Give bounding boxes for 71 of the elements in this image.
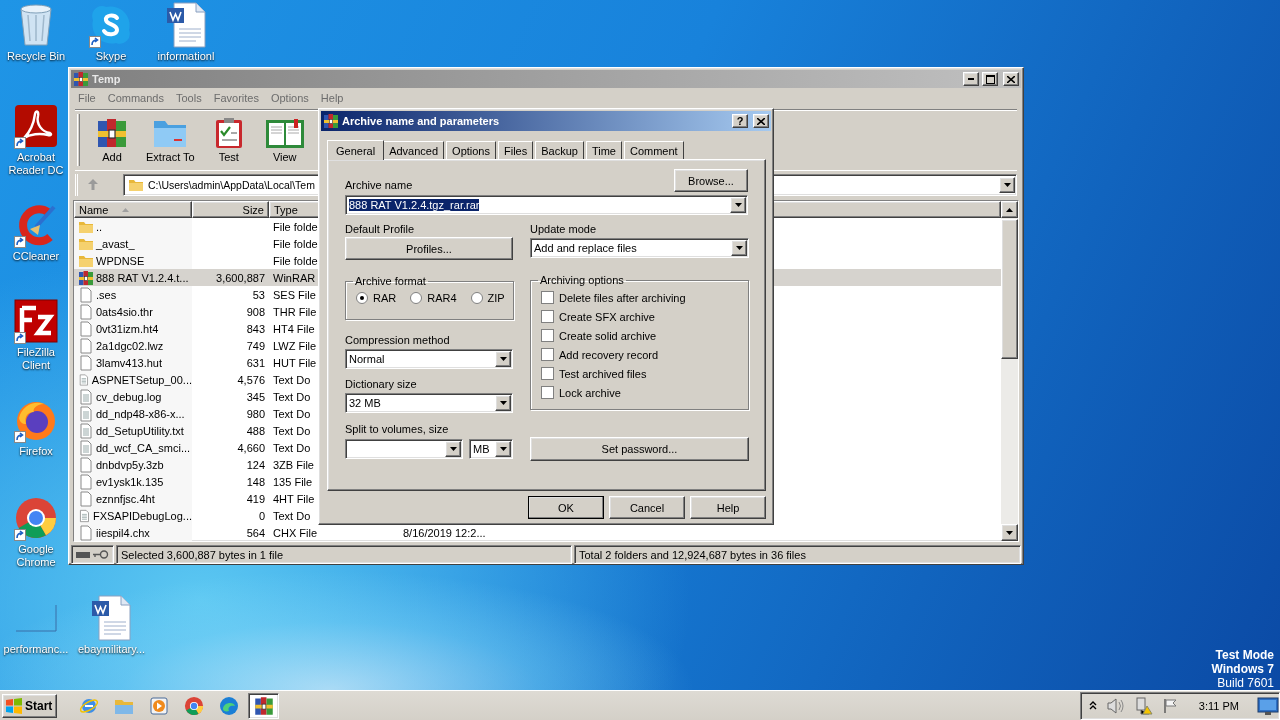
file-name: ASPNETSetup_00... bbox=[91, 373, 192, 386]
field-label: Default Profile bbox=[345, 223, 416, 235]
file-size: 124 bbox=[245, 457, 266, 473]
file-size: 488 bbox=[245, 423, 266, 439]
file-type: File folde bbox=[272, 219, 319, 235]
file-type: Text Do bbox=[272, 389, 312, 405]
file-size: 631 bbox=[245, 355, 266, 371]
file-name: iiespil4.chx bbox=[96, 526, 150, 539]
field-label: Archive name bbox=[345, 179, 413, 191]
file-name: WPDNSE bbox=[96, 254, 145, 267]
file-size: 148 bbox=[245, 474, 266, 490]
file-name: 888 RAT V1.2.4.t... bbox=[96, 271, 189, 284]
file-type: Text Do bbox=[272, 406, 312, 422]
file-size: 749 bbox=[245, 338, 266, 354]
file-size: 345 bbox=[245, 389, 266, 405]
field-label: Dictionary size bbox=[345, 378, 418, 390]
os-notice-text: Test Mode bbox=[1215, 648, 1274, 662]
selected-text: 888 RAT V1.2.4.tgz_rar.rar bbox=[349, 199, 480, 211]
file-name: eznnfjsc.4ht bbox=[96, 492, 155, 505]
file-name: .. bbox=[96, 220, 103, 233]
os-notice-text: Build 7601 bbox=[1217, 676, 1274, 690]
file-type: HUT File bbox=[272, 355, 318, 371]
file-type: SES File bbox=[272, 287, 317, 303]
file-type: 4HT File bbox=[272, 491, 316, 507]
group-title: Archiving options bbox=[539, 274, 625, 286]
file-size: 564 bbox=[245, 525, 266, 541]
file-size: 0 bbox=[257, 508, 266, 524]
file-name: .ses bbox=[96, 288, 117, 301]
file-name: cv_debug.log bbox=[96, 390, 162, 403]
file-name: 0ats4sio.thr bbox=[96, 305, 153, 318]
file-type: 135 File bbox=[272, 474, 314, 490]
file-name: dd_SetupUtility.txt bbox=[96, 424, 184, 437]
file-name: 2a1dgc02.lwz bbox=[96, 339, 164, 352]
file-type: CHX File bbox=[272, 525, 318, 541]
file-type: LWZ File bbox=[272, 338, 318, 354]
file-name: FXSAPIDebugLog... bbox=[92, 509, 192, 522]
file-type: File folde bbox=[272, 253, 319, 269]
file-name: dd_ndp48-x86-x... bbox=[96, 407, 185, 420]
file-type: THR File bbox=[272, 304, 318, 320]
file-type: Text Do bbox=[272, 440, 312, 456]
file-size: 3,600,887 bbox=[215, 270, 266, 286]
file-size: 419 bbox=[245, 491, 266, 507]
status-text: Total 2 folders and 12,924,687 bytes in 36 files bbox=[574, 545, 1021, 564]
file-type: Text Do bbox=[272, 372, 312, 388]
field-label: Update mode bbox=[530, 223, 598, 235]
file-type: HT4 File bbox=[272, 321, 316, 337]
status-text: Selected 3,600,887 bytes in 1 file bbox=[116, 545, 572, 564]
file-size: 908 bbox=[245, 304, 266, 320]
file-name: ev1ysk1k.135 bbox=[96, 475, 164, 488]
window-title: Temp bbox=[92, 73, 122, 85]
file-size: 4,576 bbox=[236, 372, 266, 388]
file-size: 980 bbox=[245, 406, 266, 422]
field-label: Split to volumes, size bbox=[345, 423, 450, 435]
group-title: Archive format bbox=[354, 275, 427, 287]
file-type: 3ZB File bbox=[272, 457, 315, 473]
file-size: 53 bbox=[251, 287, 266, 303]
file-name: dd_wcf_CA_smci... bbox=[96, 441, 191, 454]
file-date: 8/16/2019 12:2... bbox=[402, 525, 487, 541]
dialog-title: Archive name and parameters bbox=[342, 115, 501, 127]
file-name: 0vt31izm.ht4 bbox=[96, 322, 159, 335]
file-name: _avast_ bbox=[96, 237, 135, 250]
file-name: 3lamv413.hut bbox=[96, 356, 163, 369]
file-type: Text Do bbox=[272, 423, 312, 439]
os-notice-text: Windows 7 bbox=[1211, 662, 1274, 676]
field-label: Compression method bbox=[345, 334, 451, 346]
file-size: 4,660 bbox=[236, 440, 266, 456]
file-size: 843 bbox=[245, 321, 266, 337]
file-name: dnbdvp5y.3zb bbox=[96, 458, 164, 471]
file-type: Text Do bbox=[272, 508, 312, 524]
file-type: WinRAR bbox=[272, 270, 317, 286]
file-type: File folde bbox=[272, 236, 319, 252]
